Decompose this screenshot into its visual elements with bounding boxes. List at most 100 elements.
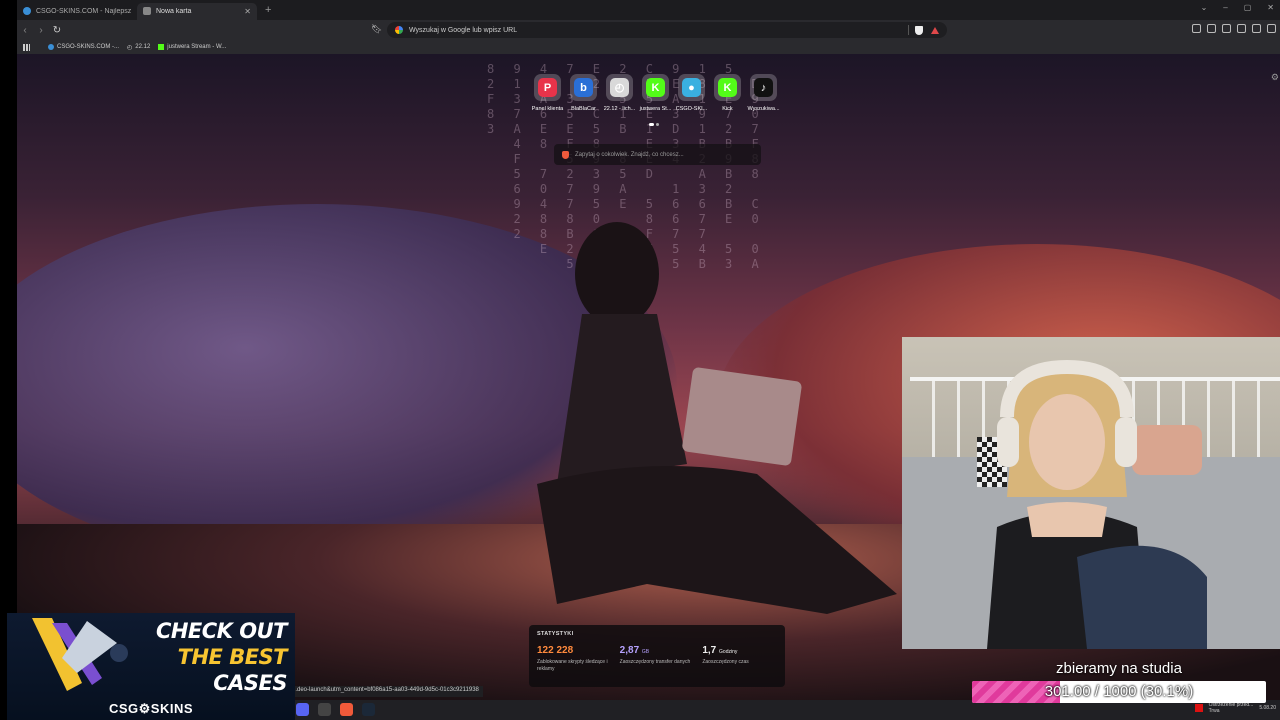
speed-dial-label: BlaBlaCar: [571, 106, 596, 112]
stat-item: 122 228 Zablokowane skrypty śledzące i r…: [537, 645, 612, 673]
speed-dial: P Panel klienta b BlaBlaCar ◴ 22.12 - lich...…: [531, 74, 780, 112]
stats-row: 122 228 Zablokowane skrypty śledzące i r…: [537, 645, 777, 673]
apps-grid-icon[interactable]: [23, 43, 30, 51]
brave-rewards-icon[interactable]: [931, 26, 939, 34]
maximize-button[interactable]: ▢: [1244, 3, 1252, 12]
warning-icon[interactable]: [1194, 704, 1203, 712]
kick-icon: [158, 44, 165, 50]
goal-title: zbieramy na studia: [1056, 660, 1182, 677]
csgo-skins-icon: ●: [678, 74, 705, 101]
tab-bar: CSGO-SKINS.COM - Najlepsze Skrzy Nowa ka…: [17, 0, 1280, 20]
close-window-button[interactable]: ✕: [1267, 3, 1274, 12]
system-tray: Ostrzeżenie przed... Trwa 5.08.20: [1194, 702, 1276, 714]
sidebar-icon[interactable]: [1207, 24, 1216, 33]
menu-icon[interactable]: [1267, 24, 1276, 33]
stat-value: 122 228: [537, 645, 574, 656]
stats-widget: STATYSTYKI 122 228 Zablokowane skrypty ś…: [529, 625, 785, 687]
reload-button[interactable]: ↻: [49, 25, 65, 36]
address-bar[interactable]: Wyszukaj w Google lub wpisz URL: [387, 22, 947, 38]
bookmark-item[interactable]: ◴ 22.12: [127, 44, 150, 51]
blablacar-icon: b: [570, 74, 597, 101]
speed-dial-label: Kick: [722, 106, 733, 112]
speed-dial-label: Wyszukiwa...: [747, 106, 780, 112]
clock-icon: ◴: [606, 74, 633, 101]
ad-line-3: CASES: [213, 671, 287, 695]
speed-dial-label: 22.12 - lich...: [603, 106, 636, 112]
discord-icon[interactable]: [296, 703, 309, 716]
obs-icon[interactable]: [318, 703, 331, 716]
toolbar-right-icons: [1192, 24, 1276, 33]
speed-dial-tile[interactable]: Kjustwera St...: [639, 74, 672, 112]
bookmark-label: CSGO-SKINS.COM -...: [57, 44, 120, 50]
status-bar-url: ...deo-launch&utm_content=bf086a15-aa03-…: [288, 686, 483, 697]
tray-date[interactable]: 5.08.20: [1259, 705, 1276, 711]
paysafe-icon: P: [534, 74, 561, 101]
speed-dial-label: justwera St...: [639, 106, 672, 112]
speed-dial-tile[interactable]: P Panel klienta: [531, 74, 564, 112]
divider: [908, 25, 909, 35]
knife-art-icon: [32, 618, 128, 691]
background-woman-silhouette: [537, 222, 897, 614]
taskbar-apps: [296, 703, 375, 716]
stat-item: 1,7 Godziny Zaoszczędzony czas: [702, 645, 777, 673]
speed-dial-pager[interactable]: [649, 123, 659, 126]
speed-dial-label: Panel klienta: [531, 106, 564, 112]
globe-icon: [48, 44, 54, 50]
wallet-icon[interactable]: [1222, 24, 1231, 33]
close-tab-icon[interactable]: ✕: [244, 7, 251, 16]
brave-icon[interactable]: [340, 703, 353, 716]
speed-dial-tile[interactable]: ♪ Wyszukiwa...: [747, 74, 780, 112]
sponsor-banner: CHECK OUT THE BEST CASES CSG⚙SKINS: [7, 613, 295, 720]
speed-dial-label: CSGO-SKI...: [675, 106, 708, 112]
speed-dial-tile[interactable]: ● CSGO-SKI...: [675, 74, 708, 112]
google-icon: [395, 26, 403, 34]
tiktok-icon: ♪: [750, 74, 777, 101]
csgo-skins-favicon-icon: [23, 7, 31, 15]
kick-icon: K: [714, 74, 741, 101]
browser-toolbar: ‹ › ↻ 🔖︎ Wyszukaj w Google lub wpisz URL: [17, 20, 1280, 40]
leo-search-box[interactable]: Zapytaj o cokolwiek. Znajdź, co chcesz..…: [554, 144, 761, 165]
minimize-button[interactable]: –: [1223, 3, 1227, 12]
speed-dial-tile[interactable]: ◴ 22.12 - lich...: [603, 74, 636, 112]
bookmarks-bar: CSGO-SKINS.COM -... ◴ 22.12 justwera Str…: [17, 40, 1280, 54]
stat-value: 2,87 GB: [619, 645, 650, 656]
stats-heading: STATYSTYKI: [537, 631, 574, 637]
brave-shield-icon[interactable]: [915, 25, 923, 35]
brave-favicon-icon: [143, 7, 151, 15]
speed-dial-tile[interactable]: b BlaBlaCar: [569, 74, 598, 112]
forward-button[interactable]: ›: [33, 25, 49, 36]
tab-label: Nowa karta: [156, 7, 192, 15]
steam-icon[interactable]: [362, 703, 375, 716]
ad-brand-logo: CSG⚙SKINS: [108, 701, 194, 716]
vpn-icon[interactable]: [1237, 24, 1246, 33]
address-placeholder: Wyszukaj w Google lub wpisz URL: [409, 26, 518, 34]
brave-lion-icon: [562, 150, 569, 159]
settings-gear-icon[interactable]: ⚙: [1271, 72, 1279, 83]
search-placeholder: Zapytaj o cokolwiek. Znajdź, co chcesz..…: [575, 151, 684, 158]
extensions-icon[interactable]: [1192, 24, 1201, 33]
tab-new-tab[interactable]: Nowa karta ✕: [137, 2, 257, 20]
kick-icon: K: [642, 74, 669, 101]
clock-icon: ◴: [127, 44, 133, 51]
left-border: [0, 0, 17, 720]
back-button[interactable]: ‹: [17, 25, 33, 36]
goal-progress-bar: 301.00 / 1000 (30.1%): [972, 681, 1266, 703]
puzzle-icon[interactable]: [1252, 24, 1261, 33]
stat-description: Zablokowane skrypty śledzące i reklamy: [537, 659, 608, 672]
new-tab-button[interactable]: +: [265, 4, 271, 16]
bookmark-icon[interactable]: 🔖︎: [371, 24, 382, 35]
ad-line-1: CHECK OUT: [155, 619, 288, 643]
goal-progress-text: 301.00 / 1000 (30.1%): [1044, 683, 1194, 700]
speed-dial-tile[interactable]: K Kick: [713, 74, 742, 112]
tab-csgo-skins[interactable]: CSGO-SKINS.COM - Najlepsze Skrzy: [17, 3, 137, 20]
bookmark-item[interactable]: justwera Stream - W...: [158, 44, 226, 50]
webcam-streamer: [987, 359, 1207, 649]
ad-line-2: THE BEST: [177, 645, 288, 669]
tray-notification[interactable]: Ostrzeżenie przed... Trwa: [1209, 702, 1254, 714]
webcam-overlay: [902, 337, 1280, 649]
bookmark-label: justwera Stream - W...: [167, 44, 227, 50]
dropdown-icon[interactable]: ⌄: [1201, 3, 1208, 12]
window-controls: ⌄ – ▢ ✕: [1201, 3, 1274, 12]
bookmark-item[interactable]: CSGO-SKINS.COM -...: [48, 44, 119, 50]
stat-description: Zaoszczędzony czas: [702, 659, 749, 665]
